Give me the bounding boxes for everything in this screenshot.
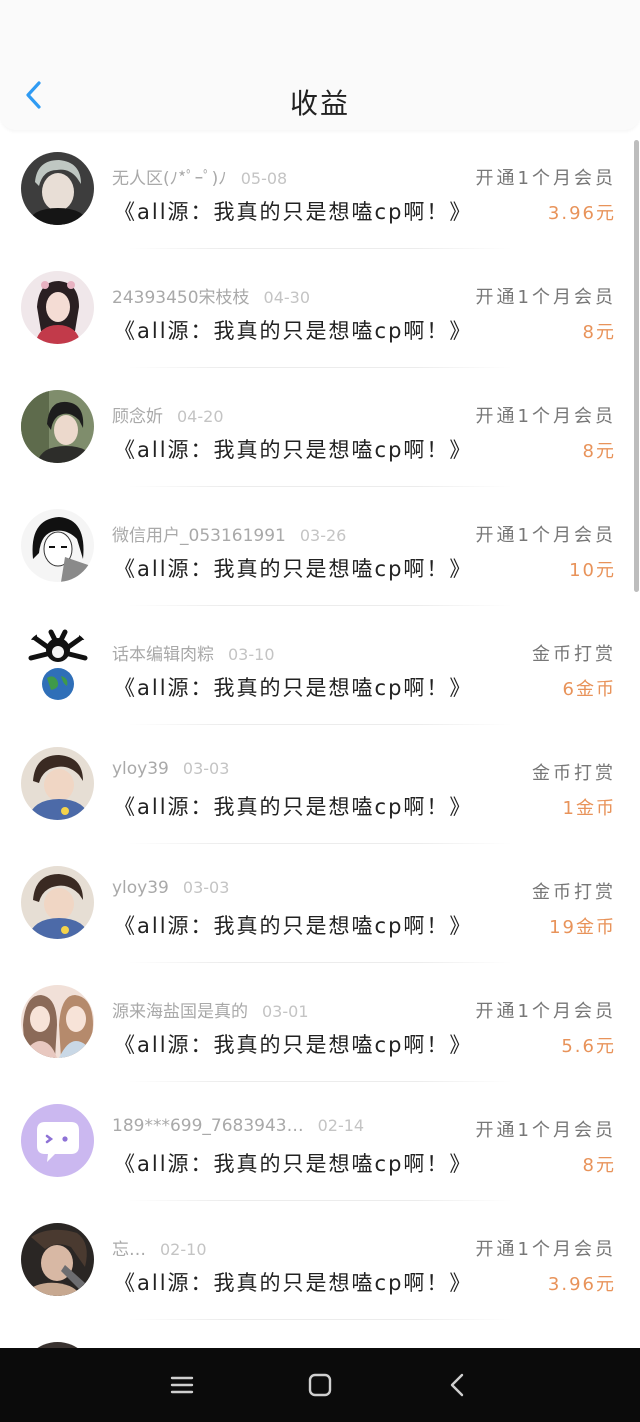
- work-title: 《all源：我真的只是想嗑cp啊！》: [114, 676, 473, 700]
- user-name: 微信用户_053161991: [112, 526, 286, 546]
- menu-button[interactable]: [167, 1370, 197, 1400]
- earning-record-row[interactable]: [0, 1320, 640, 1348]
- user-avatar: [21, 628, 94, 701]
- record-date: 03-03: [182, 878, 230, 897]
- user-avatar: [21, 747, 94, 820]
- record-meta: yloy39 03-03: [112, 878, 229, 898]
- user-name: yloy39: [112, 878, 169, 898]
- record-date: 02-14: [317, 1116, 365, 1135]
- user-name: 无人区(ﾉ*ﾟｰﾟ)ﾉ: [112, 169, 227, 189]
- earning-record-row[interactable]: 顾念妡 04-20 开通1个月会员 《all源：我真的只是想嗑cp啊！》 8元: [0, 368, 640, 487]
- record-type: 开通1个月会员: [475, 406, 616, 427]
- record-type: 开通1个月会员: [475, 525, 616, 546]
- record-date: 03-10: [228, 645, 275, 664]
- earning-amount: 8元: [582, 441, 616, 462]
- scrollbar[interactable]: [634, 140, 639, 592]
- user-avatar: [21, 1104, 94, 1177]
- user-avatar: [21, 390, 94, 463]
- record-type: 金币打赏: [532, 882, 616, 903]
- earning-record-row[interactable]: 话本编辑肉粽 03-10 金币打赏 《all源：我真的只是想嗑cp啊！》 6金币: [0, 606, 640, 725]
- earning-record-row[interactable]: 24393450宋枝枝 04-30 开通1个月会员 《all源：我真的只是想嗑cp…: [0, 249, 640, 368]
- record-meta: 189***699_7683943… 02-14: [112, 1116, 364, 1136]
- home-button[interactable]: [305, 1370, 335, 1400]
- earning-record-row[interactable]: 微信用户_053161991 03-26 开通1个月会员 《all源：我真的只是想…: [0, 487, 640, 606]
- earning-amount: 1金币: [562, 798, 616, 819]
- earning-record-row[interactable]: 源来海盐国是真的 03-01 开通1个月会员 《all源：我真的只是想嗑cp啊！》…: [0, 963, 640, 1082]
- record-meta: 源来海盐国是真的 03-01: [112, 997, 309, 1022]
- work-title: 《all源：我真的只是想嗑cp啊！》: [114, 1271, 473, 1295]
- record-meta: 无人区(ﾉ*ﾟｰﾟ)ﾉ 05-08: [112, 164, 287, 189]
- work-title: 《all源：我真的只是想嗑cp啊！》: [114, 914, 473, 938]
- record-date: 02-10: [160, 1240, 207, 1259]
- back-triangle-icon: [450, 1373, 464, 1397]
- record-date: 04-20: [177, 407, 224, 426]
- user-name: 话本编辑肉粽: [112, 645, 214, 665]
- menu-icon: [170, 1376, 194, 1394]
- earning-amount: 3.96元: [547, 203, 616, 224]
- user-avatar: [21, 1223, 94, 1296]
- record-meta: 顾念妡 04-20: [112, 402, 224, 427]
- user-name: 忘…: [112, 1240, 146, 1260]
- record-meta: 忘… 02-10: [112, 1235, 207, 1260]
- record-type: 开通1个月会员: [475, 1001, 616, 1022]
- record-meta: 话本编辑肉粽 03-10: [112, 640, 275, 665]
- app-header: 收益: [0, 0, 640, 130]
- user-avatar: [21, 866, 94, 939]
- record-date: 03-01: [262, 1002, 309, 1021]
- home-square-icon: [308, 1373, 332, 1397]
- earning-record-row[interactable]: yloy39 03-03 金币打赏 《all源：我真的只是想嗑cp啊！》 1金币: [0, 725, 640, 844]
- record-type: 开通1个月会员: [475, 168, 616, 189]
- earning-amount: 8元: [582, 1155, 616, 1176]
- earning-record-row[interactable]: 无人区(ﾉ*ﾟｰﾟ)ﾉ 05-08 开通1个月会员 《all源：我真的只是想嗑cp…: [0, 130, 640, 249]
- earning-record-row[interactable]: yloy39 03-03 金币打赏 《all源：我真的只是想嗑cp啊！》 19金币: [0, 844, 640, 963]
- system-back-button[interactable]: [443, 1370, 473, 1400]
- record-date: 04-30: [263, 288, 311, 307]
- work-title: 《all源：我真的只是想嗑cp啊！》: [114, 1033, 473, 1057]
- user-avatar: [21, 509, 94, 582]
- earning-amount: 19金币: [549, 917, 616, 938]
- user-avatar: [21, 271, 94, 344]
- record-type: 开通1个月会员: [475, 287, 616, 308]
- record-type: 开通1个月会员: [475, 1239, 616, 1260]
- earning-amount: 5.6元: [561, 1036, 616, 1057]
- record-date: 05-08: [240, 169, 288, 188]
- work-title: 《all源：我真的只是想嗑cp啊！》: [114, 200, 473, 224]
- user-name: 189***699_7683943…: [112, 1116, 304, 1136]
- page-title: 收益: [289, 87, 350, 120]
- work-title: 《all源：我真的只是想嗑cp啊！》: [114, 1152, 473, 1176]
- user-name: yloy39: [112, 759, 169, 779]
- user-avatar: [21, 152, 94, 225]
- record-date: 03-03: [182, 759, 230, 778]
- record-meta: 24393450宋枝枝 04-30: [112, 283, 310, 308]
- work-title: 《all源：我真的只是想嗑cp啊！》: [114, 319, 473, 343]
- work-title: 《all源：我真的只是想嗑cp啊！》: [114, 438, 473, 462]
- earning-record-row[interactable]: 189***699_7683943… 02-14 开通1个月会员 《all源：我真…: [0, 1082, 640, 1201]
- earning-amount: 8元: [582, 322, 616, 343]
- record-date: 03-26: [299, 526, 347, 545]
- user-name: 源来海盐国是真的: [112, 1002, 248, 1022]
- earning-record-row[interactable]: 忘… 02-10 开通1个月会员 《all源：我真的只是想嗑cp啊！》 3.96元: [0, 1201, 640, 1320]
- work-title: 《all源：我真的只是想嗑cp啊！》: [114, 557, 473, 581]
- earnings-list: 无人区(ﾉ*ﾟｰﾟ)ﾉ 05-08 开通1个月会员 《all源：我真的只是想嗑cp…: [0, 130, 640, 1348]
- earning-amount: 6金币: [562, 679, 616, 700]
- work-title: 《all源：我真的只是想嗑cp啊！》: [114, 795, 473, 819]
- system-navigation-bar: [0, 1348, 640, 1422]
- record-type: 金币打赏: [532, 644, 616, 665]
- earning-amount: 10元: [569, 560, 616, 581]
- user-name: 顾念妡: [112, 407, 163, 427]
- user-name: 24393450宋枝枝: [112, 288, 250, 308]
- record-meta: yloy39 03-03: [112, 759, 229, 779]
- record-type: 开通1个月会员: [475, 1120, 616, 1141]
- record-meta: 微信用户_053161991 03-26: [112, 521, 346, 546]
- record-type: 金币打赏: [532, 763, 616, 784]
- earning-amount: 3.96元: [547, 1274, 616, 1295]
- user-avatar: [21, 985, 94, 1058]
